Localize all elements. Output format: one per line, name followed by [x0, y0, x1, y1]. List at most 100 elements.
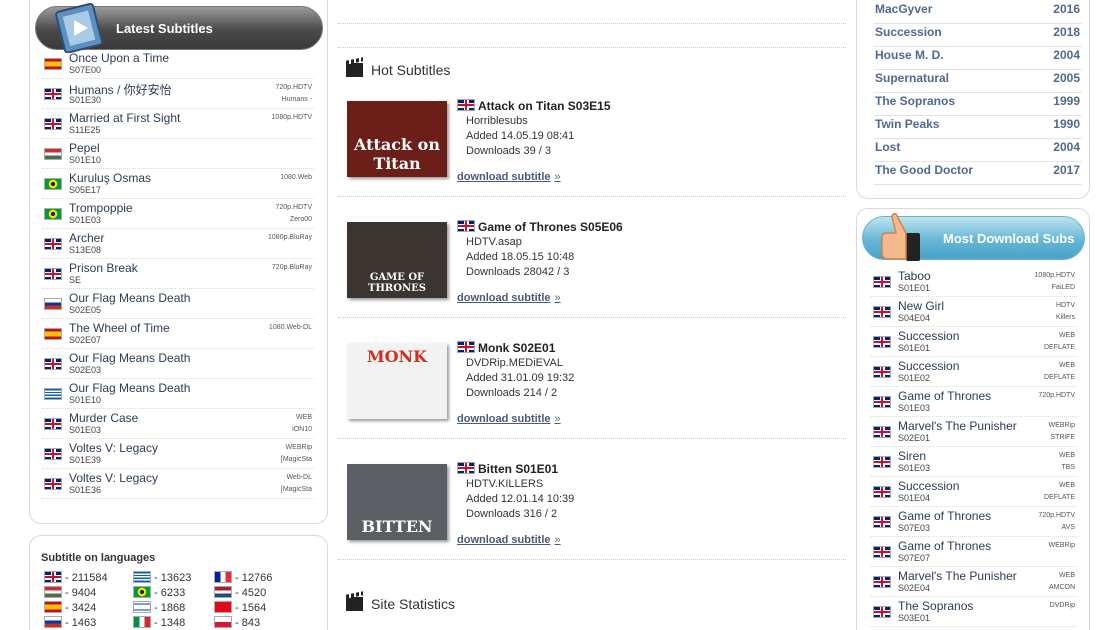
subtitle-row[interactable]: Once Upon a Time S07E00	[42, 49, 314, 79]
subtitle-title-link[interactable]: Once Upon a Time	[69, 51, 169, 65]
subtitle-title-link[interactable]: Our Flag Means Death	[69, 291, 190, 305]
subtitle-title-link[interactable]: Our Flag Means Death	[69, 351, 190, 365]
subtitle-title-link[interactable]: Married at First Sight	[69, 111, 180, 125]
subtitle-row[interactable]: Archer S13E08 1080p.BluRay	[42, 229, 314, 259]
flag-gr-icon	[133, 571, 151, 583]
subtitle-title-link[interactable]: Pepel	[69, 141, 100, 155]
subtitle-row[interactable]: Voltes V: Legacy S01E36 Web-DL [MagicSta	[42, 469, 314, 499]
show-name[interactable]: Twin Peaks	[875, 117, 939, 131]
download-subtitle-link[interactable]: download subtitle»	[457, 413, 561, 425]
language-count[interactable]: - 211584	[44, 571, 108, 584]
subtitle-title-link[interactable]: Prison Break	[69, 261, 138, 275]
subtitle-row[interactable]: Succession S01E04 WEB DEFLATE	[871, 477, 1077, 507]
subtitle-title-link[interactable]: Game of Thrones	[898, 389, 991, 403]
poster-image[interactable]: GAME OF THRONES	[347, 222, 447, 298]
subtitle-row[interactable]: Married at First Sight S11E25 1080p.HDTV	[42, 109, 314, 139]
subtitle-title-link[interactable]: Taboo	[898, 269, 931, 283]
subtitle-title-link[interactable]: Voltes V: Legacy	[69, 441, 158, 455]
show-item[interactable]: Twin Peaks 1990	[874, 116, 1082, 139]
subtitle-title-link[interactable]: The Sopranos	[898, 599, 973, 613]
subtitle-row[interactable]: Marvel's The Punisher S02E01 WEBRip STRiFE	[871, 417, 1077, 447]
subtitle-title-link[interactable]: Succession	[898, 359, 959, 373]
subtitle-row[interactable]: Prison Break SE 720p.BluRay	[42, 259, 314, 289]
language-count[interactable]: - 3424	[44, 601, 96, 614]
subtitle-title-link[interactable]: Marvel's The Punisher	[898, 569, 1017, 583]
subtitle-row[interactable]: Marvel's The Punisher S02E04 WEB AMCON	[871, 567, 1077, 597]
show-item[interactable]: MacGyver 2016	[874, 1, 1082, 24]
show-item[interactable]: The Sopranos 1999	[874, 93, 1082, 116]
subtitle-title-link[interactable]: Game of Thrones	[898, 509, 991, 523]
poster-image[interactable]: BITTEN	[347, 464, 447, 540]
subtitle-row[interactable]: Humans / 你好安怡 S01E30 720p.HDTV Humans -	[42, 79, 314, 109]
subtitle-row[interactable]: Game of Thrones S07E03 720p.HDTV AVS	[871, 507, 1077, 537]
subtitle-row[interactable]: Game of Thrones S07E07 WEBRip	[871, 537, 1077, 567]
subtitle-quality: 720p.HDTV	[275, 204, 312, 211]
show-name[interactable]: House M. D.	[875, 48, 944, 62]
subtitle-title-link[interactable]: Trompoppie	[69, 201, 133, 215]
language-count[interactable]: - 1463	[44, 616, 96, 629]
language-count[interactable]: - 1564	[214, 601, 266, 614]
subtitle-row[interactable]: Our Flag Means Death S01E10	[42, 379, 314, 409]
subtitle-row[interactable]: Taboo S01E01 1080p.HDTV FaiLED	[871, 267, 1077, 297]
download-subtitle-link[interactable]: download subtitle»	[457, 171, 561, 183]
language-count[interactable]: - 843	[214, 616, 260, 629]
subtitle-episode: S02E01	[898, 433, 931, 443]
hot-subtitle-title[interactable]: Attack on Titan S03E15	[457, 98, 611, 113]
language-count[interactable]: - 12766	[214, 571, 272, 584]
subtitle-row[interactable]: Our Flag Means Death S02E03	[42, 349, 314, 379]
language-count[interactable]: - 4520	[214, 586, 266, 599]
subtitle-title-link[interactable]: Murder Case	[69, 411, 138, 425]
subtitle-row[interactable]: The Wheel of Time S02E07 1080.Web-DL	[42, 319, 314, 349]
language-count[interactable]: - 13623	[133, 571, 191, 584]
show-item[interactable]: The Good Doctor 2017	[874, 162, 1082, 185]
subtitle-release-group: [MagicSta	[280, 486, 312, 493]
subtitle-title-link[interactable]: The Wheel of Time	[69, 321, 170, 335]
show-item[interactable]: Supernatural 2005	[874, 70, 1082, 93]
subtitle-row[interactable]: Succession S01E01 WEB DEFLATE	[871, 327, 1077, 357]
poster-caption: MONK	[366, 347, 428, 366]
subtitle-title-link[interactable]: Game of Thrones	[898, 539, 991, 553]
divider	[338, 23, 846, 24]
hot-subtitle-title[interactable]: Game of Thrones S05E06	[457, 219, 623, 234]
subtitle-row[interactable]: New Girl S04E04 HDTV Killers	[871, 297, 1077, 327]
language-count-value: - 1463	[65, 617, 97, 629]
subtitle-row[interactable]: Murder Case S01E03 WEB iON10	[42, 409, 314, 439]
poster-image[interactable]: Attack on Titan	[347, 101, 447, 177]
language-count[interactable]: - 9404	[44, 586, 96, 599]
subtitle-row[interactable]: Kuruluş Osmas S05E17 1080.Web	[42, 169, 314, 199]
subtitle-title-link[interactable]: Archer	[69, 231, 104, 245]
show-name[interactable]: The Sopranos	[875, 94, 955, 108]
download-subtitle-link[interactable]: download subtitle»	[457, 534, 561, 546]
subtitle-row[interactable]: Voltes V: Legacy S01E39 WEBRip [MagicSta	[42, 439, 314, 469]
poster-image[interactable]: MONK	[347, 343, 447, 419]
show-name[interactable]: Succession	[875, 25, 942, 39]
subtitle-row[interactable]: The Sopranos S03E01 DVDRip	[871, 597, 1077, 627]
subtitle-title-link[interactable]: Siren	[898, 449, 926, 463]
hot-subtitle-title[interactable]: Monk S02E01	[457, 340, 555, 355]
language-count[interactable]: - 1348	[133, 616, 185, 629]
show-item[interactable]: Succession 2018	[874, 24, 1082, 47]
subtitle-row[interactable]: Succession S01E02 WEB DEFLATE	[871, 357, 1077, 387]
subtitle-row[interactable]: Game of Thrones S01E03 720p.HDTV	[871, 387, 1077, 417]
subtitle-title-link[interactable]: Marvel's The Punisher	[898, 419, 1017, 433]
subtitle-title-link[interactable]: Succession	[898, 479, 959, 493]
subtitle-row[interactable]: Siren S01E03 WEB TBS	[871, 447, 1077, 477]
show-name[interactable]: Supernatural	[875, 71, 949, 85]
subtitle-title-link[interactable]: New Girl	[898, 299, 944, 313]
subtitle-title-link[interactable]: Our Flag Means Death	[69, 381, 190, 395]
subtitle-row[interactable]: Our Flag Means Death S02E05	[42, 289, 314, 319]
language-count[interactable]: - 1868	[133, 601, 185, 614]
language-count[interactable]: - 6233	[133, 586, 185, 599]
subtitle-row[interactable]: Pepel S01E10	[42, 139, 314, 169]
show-name[interactable]: MacGyver	[875, 2, 932, 16]
subtitle-title-link[interactable]: Voltes V: Legacy	[69, 471, 158, 485]
hot-subtitle-title[interactable]: Bitten S01E01	[457, 461, 558, 476]
subtitle-title-link[interactable]: Kuruluş Osmas	[69, 171, 151, 185]
show-name[interactable]: Lost	[875, 140, 900, 154]
subtitle-title-link[interactable]: Succession	[898, 329, 959, 343]
show-item[interactable]: Lost 2004	[874, 139, 1082, 162]
show-name[interactable]: The Good Doctor	[875, 163, 973, 177]
show-item[interactable]: House M. D. 2004	[874, 47, 1082, 70]
download-subtitle-link[interactable]: download subtitle»	[457, 292, 561, 304]
subtitle-row[interactable]: Trompoppie S01E03 720p.HDTV Zero00	[42, 199, 314, 229]
